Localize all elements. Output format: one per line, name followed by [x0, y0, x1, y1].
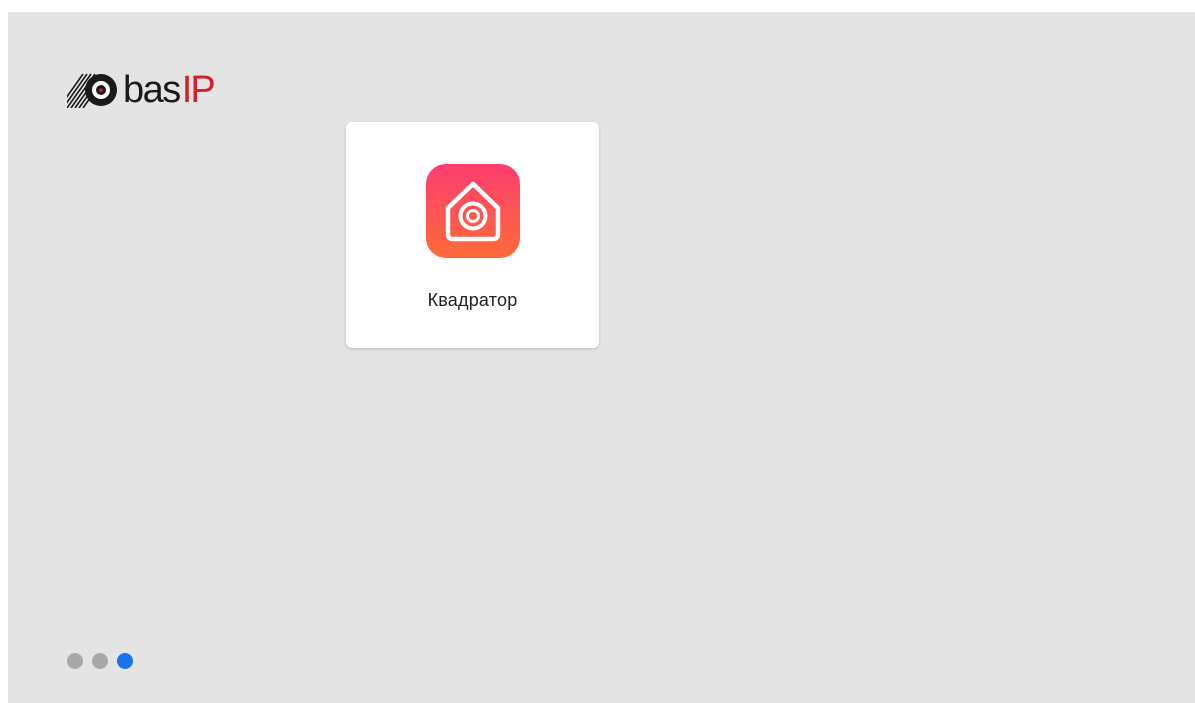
page-dot-3-active[interactable] — [117, 653, 133, 669]
logo-text-accent: IP — [181, 69, 216, 111]
page-dot-2[interactable] — [92, 653, 108, 669]
basip-logo: bas IP — [67, 69, 216, 111]
app-tile-kvadrator[interactable]: Квадратор — [346, 122, 599, 348]
page-dot-1[interactable] — [67, 653, 83, 669]
basip-wordmark: bas IP — [123, 69, 216, 111]
home-screen: bas IP Квадратор — [8, 12, 1195, 703]
home-camera-icon — [426, 164, 520, 258]
logo-text-main: bas — [123, 69, 181, 111]
page-indicator — [67, 653, 133, 669]
app-label: Квадратор — [427, 290, 518, 310]
basip-logo-icon — [67, 73, 117, 108]
